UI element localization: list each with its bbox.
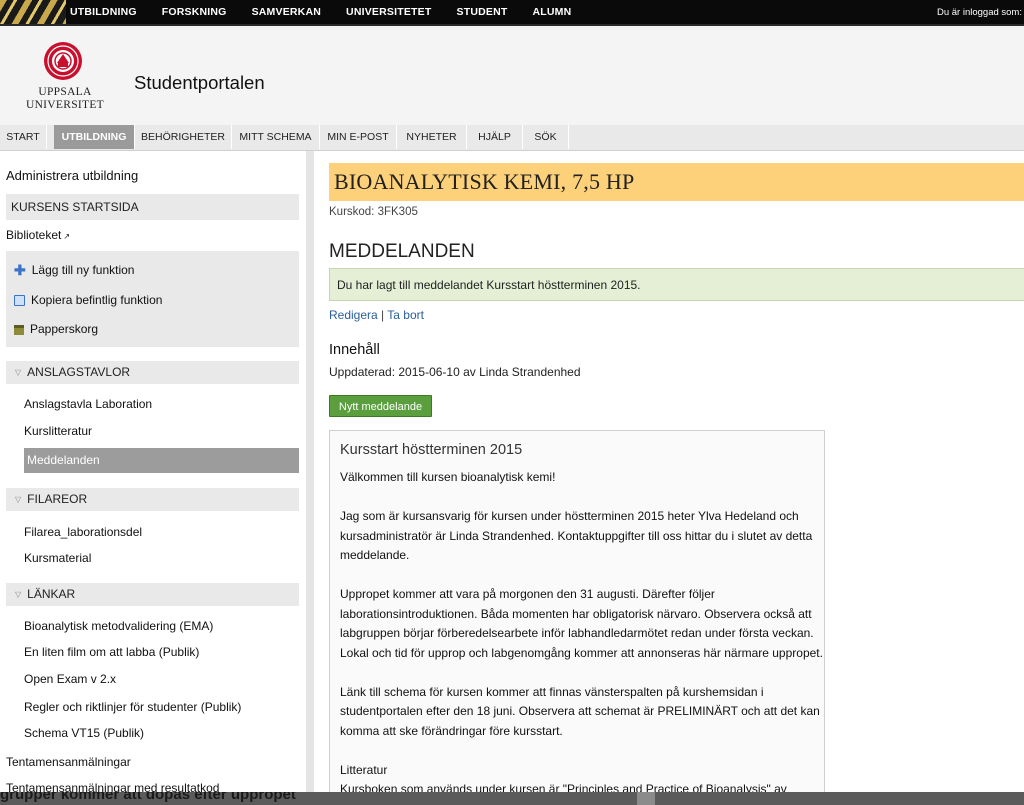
- top-nav-utbildning[interactable]: UTBILDNING: [70, 6, 137, 18]
- tab-nyheter[interactable]: NYHETER: [397, 125, 467, 149]
- section-title-lankar: LÄNKAR: [27, 587, 76, 601]
- message-line: Jag som är kursansvarig för kursen under…: [340, 509, 799, 523]
- section-header-filareor[interactable]: ▽ FILAREOR: [6, 488, 299, 511]
- sidebar-item-anslagstavla-laboration[interactable]: Anslagstavla Laboration: [24, 397, 152, 411]
- message-title: Kursstart höstterminen 2015: [340, 442, 523, 458]
- trash-label: Papperskorg: [30, 322, 99, 336]
- login-status: Du är inloggad som:: [936, 7, 1022, 18]
- library-label: Biblioteket: [6, 228, 62, 242]
- overlay-text: grupper kommer att dopas efter uppropet: [0, 792, 296, 803]
- edit-link[interactable]: Redigera: [329, 308, 378, 322]
- sidebar-item-kurslitteratur[interactable]: Kurslitteratur: [24, 424, 92, 438]
- sidebar-item-filarea-laborationsdel[interactable]: Filarea_laborationsdel: [24, 525, 142, 539]
- left-sidebar: Administrera utbildning KURSENS STARTSID…: [0, 151, 314, 805]
- add-function-label: Lägg till ny funktion: [31, 263, 135, 277]
- sidebar-item-meddelanden-label: Meddelanden: [27, 453, 100, 467]
- trash-icon: [14, 324, 24, 335]
- tab-sok[interactable]: SÖK: [523, 125, 569, 149]
- top-nav-universitetet[interactable]: UNIVERSITETET: [346, 6, 431, 18]
- collapse-triangle-icon: ▽: [15, 368, 22, 378]
- section-header-lankar[interactable]: ▽ LÄNKAR: [6, 583, 299, 606]
- copy-function-label: Kopiera befintlig funktion: [31, 293, 163, 307]
- message-line: labgruppen börjar förberedelsearbete inf…: [340, 626, 814, 640]
- section-title-filareor: FILAREOR: [27, 492, 88, 506]
- section-title: MEDDELANDEN: [329, 241, 475, 262]
- portal-header: UPPSALA UNIVERSITET Studentportalen: [0, 26, 1024, 125]
- logo-line-uppsala: UPPSALA: [38, 86, 92, 98]
- bottom-overlay-strip: grupper kommer att dopas efter uppropet: [0, 792, 1024, 805]
- message-line: laborationsintroduktionen. Båda momenten…: [340, 607, 812, 621]
- decorative-banner-pattern: [0, 0, 66, 24]
- section-title-anslagstavlor: ANSLAGSTAVLOR: [27, 365, 131, 379]
- sidebar-item-kursmaterial[interactable]: Kursmaterial: [24, 551, 91, 565]
- sidebar-item-tentamensanmalningar[interactable]: Tentamensanmälningar: [6, 755, 131, 769]
- top-nav-samverkan[interactable]: SAMVERKAN: [252, 6, 321, 18]
- updated-info: Uppdaterad: 2015-06-10 av Linda Stranden…: [329, 365, 581, 379]
- tab-mitt-schema[interactable]: MITT SCHEMA: [232, 125, 320, 149]
- sidebar-item-regler-riktlinjer[interactable]: Regler och riktlinjer för studenter (Pub…: [24, 700, 241, 714]
- message-line: studentportalen efter den 18 juni. Obser…: [340, 704, 820, 718]
- tab-hjalp[interactable]: HJÄLP: [467, 125, 523, 149]
- main-content: BIOANALYTISK KEMI, 7,5 HP Kurskod: 3FK30…: [314, 151, 1024, 805]
- content-heading: Innehåll: [329, 342, 380, 358]
- university-name-logo: UPPSALA UNIVERSITET: [20, 86, 110, 112]
- trash-link[interactable]: Papperskorg: [14, 322, 98, 336]
- collapse-triangle-icon: ▽: [15, 495, 22, 505]
- message-line: Litteratur: [340, 763, 388, 777]
- message-line: meddelande.: [340, 548, 410, 562]
- top-nav-student[interactable]: STUDENT: [457, 6, 508, 18]
- top-navigation-bar: UTBILDNING FORSKNING SAMVERKAN UNIVERSIT…: [0, 0, 1024, 26]
- message-line: komma att ske förändringar före kursstar…: [340, 724, 563, 738]
- course-start-page-link[interactable]: KURSENS STARTSIDA: [6, 194, 299, 220]
- course-title: BIOANALYTISK KEMI, 7,5 HP: [329, 163, 1024, 201]
- university-seal-logo[interactable]: [43, 41, 83, 81]
- overlay-separator: [637, 792, 655, 805]
- message-line: Länk till schema för kursen kommer att f…: [340, 685, 764, 699]
- new-message-button[interactable]: Nytt meddelande: [329, 395, 432, 417]
- top-nav-forskning[interactable]: FORSKNING: [162, 6, 227, 18]
- tab-start[interactable]: START: [0, 125, 47, 149]
- sidebar-item-open-exam[interactable]: Open Exam v 2.x: [24, 672, 116, 686]
- sidebar-item-meddelanden[interactable]: Meddelanden: [24, 448, 299, 473]
- sidebar-item-bioanalytisk-metodvalidering[interactable]: Bioanalytisk metodvalidering (EMA): [24, 619, 213, 633]
- message-line: Uppropet kommer att vara på morgonen den…: [340, 587, 715, 601]
- admin-education-link[interactable]: Administrera utbildning: [6, 168, 138, 183]
- action-separator: |: [381, 308, 385, 322]
- message-line: Välkommen till kursen bioanalytisk kemi!: [340, 470, 556, 484]
- top-nav-links: UTBILDNING FORSKNING SAMVERKAN UNIVERSIT…: [70, 0, 596, 24]
- message-line: Lokal och tid för upprop och labgenomgån…: [340, 646, 823, 660]
- message-box: Kursstart höstterminen 2015 Välkommen ti…: [329, 430, 825, 805]
- course-code: Kurskod: 3FK305: [329, 206, 418, 218]
- delete-link[interactable]: Ta bort: [387, 308, 424, 322]
- plus-icon: ✚: [14, 262, 26, 279]
- collapse-triangle-icon: ▽: [15, 590, 22, 600]
- add-function-link[interactable]: ✚ Lägg till ny funktion: [14, 263, 134, 277]
- success-notice: Du har lagt till meddelandet Kursstart h…: [329, 268, 1024, 301]
- sidebar-item-schema-vt15[interactable]: Schema VT15 (Publik): [24, 726, 144, 740]
- section-header-anslagstavlor[interactable]: ▽ ANSLAGSTAVLOR: [6, 361, 299, 384]
- tab-behorigheter[interactable]: BEHÖRIGHETER: [135, 125, 232, 149]
- tab-utbildning[interactable]: UTBILDNING: [54, 125, 135, 149]
- top-nav-alumn[interactable]: ALUMN: [532, 6, 571, 18]
- portal-title: Studentportalen: [134, 72, 265, 93]
- sidebar-item-liten-film[interactable]: En liten film om att labba (Publik): [24, 645, 199, 659]
- external-link-icon: ↗: [63, 232, 71, 241]
- copy-icon: [14, 295, 25, 307]
- copy-function-link[interactable]: Kopiera befintlig funktion: [14, 293, 162, 307]
- message-actions: Redigera | Ta bort: [329, 308, 424, 322]
- library-link[interactable]: Biblioteket ↗: [6, 228, 70, 242]
- tab-min-e-post[interactable]: MIN E-POST: [320, 125, 397, 149]
- message-line: kursadministratör är Linda Strandenhed. …: [340, 529, 813, 543]
- logo-line-universitet: UNIVERSITET: [25, 99, 105, 111]
- main-tab-bar: START UTBILDNING BEHÖRIGHETER MITT SCHEM…: [0, 125, 1024, 151]
